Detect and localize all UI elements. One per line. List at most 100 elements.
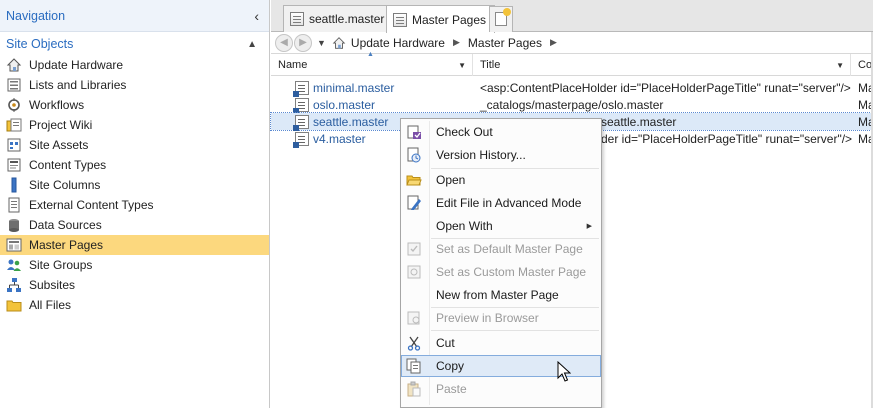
nav-item-workflows[interactable]: Workflows (0, 95, 269, 115)
file-name[interactable]: oslo.master (313, 98, 375, 112)
nav-item-label: Lists and Libraries (29, 78, 127, 92)
filter-dropdown-icon[interactable]: ▼ (458, 61, 466, 70)
menu-item-label: Set as Custom Master Page (436, 265, 587, 279)
custom-master-icon (406, 264, 422, 280)
check-out-icon (406, 124, 422, 140)
navigation-header: Navigation ‹ (0, 0, 269, 32)
nav-item-label: External Content Types (29, 198, 154, 212)
menu-item-label: Set as Default Master Page (436, 242, 583, 256)
menu-separator (431, 330, 599, 331)
nav-item-site-assets[interactable]: Site Assets (0, 135, 269, 155)
file-title: _catalogs/masterpage/oslo.master (480, 97, 664, 112)
copy-icon (406, 358, 422, 374)
site-home-icon (332, 36, 346, 50)
menu-item-edit-advanced[interactable]: Edit File in Advanced Mode (402, 192, 600, 214)
nav-item-label: Site Groups (29, 258, 93, 272)
breadcrumb-separator-icon[interactable]: ▶ (550, 37, 557, 48)
tab-label: Master Pages (412, 12, 487, 27)
external-content-icon (6, 197, 22, 213)
nav-item-label: Site Columns (29, 178, 101, 192)
site-objects-title: Site Objects (6, 37, 74, 51)
menu-item-open-with[interactable]: Open With ▶ (402, 215, 600, 237)
new-tab-icon (495, 8, 511, 26)
menu-item-preview-browser[interactable]: Preview in Browser (402, 307, 600, 329)
nav-item-data-sources[interactable]: Data Sources (0, 215, 269, 235)
master-page-file-icon (293, 97, 309, 114)
nav-item-project-wiki[interactable]: Project Wiki (0, 115, 269, 135)
master-page-file-icon (290, 12, 304, 26)
site-groups-icon (6, 257, 22, 273)
menu-item-check-out[interactable]: Check Out (402, 121, 600, 143)
file-row[interactable]: oslo.master _catalogs/masterpage/oslo.ma… (271, 96, 873, 114)
file-name[interactable]: v4.master (313, 132, 366, 146)
menu-item-label: Open With (436, 219, 493, 233)
nav-item-label: Site Assets (29, 138, 89, 152)
forward-button[interactable]: ▶ (294, 33, 312, 52)
paste-icon (406, 381, 422, 397)
breadcrumb-master-pages[interactable]: Master Pages (466, 36, 544, 50)
menu-item-new-from-master[interactable]: New from Master Page (402, 284, 600, 306)
menu-item-version-history[interactable]: Version History... (402, 144, 600, 166)
nav-item-label: Content Types (29, 158, 107, 172)
file-row[interactable]: minimal.master <asp:ContentPlaceHolder i… (271, 79, 873, 97)
content-types-icon (6, 157, 22, 173)
nav-item-content-types[interactable]: Content Types (0, 155, 269, 175)
nav-item-site-columns[interactable]: Site Columns (0, 175, 269, 195)
tab-seattle-master[interactable]: seattle.master (283, 5, 394, 32)
column-header-title[interactable]: Title ▼ (473, 54, 851, 76)
list-icon (6, 77, 22, 93)
master-page-file-icon (293, 80, 309, 97)
filter-dropdown-icon[interactable]: ▼ (836, 61, 844, 70)
column-headers: ▲ Name ▼ Title ▼ Co (271, 51, 873, 76)
nav-item-subsites[interactable]: Subsites (0, 275, 269, 295)
nav-item-label: Master Pages (29, 238, 104, 252)
menu-item-label: Edit File in Advanced Mode (436, 196, 582, 210)
data-sources-icon (6, 217, 22, 233)
file-title: seattle.master (601, 114, 677, 129)
breadcrumb-separator-icon[interactable]: ▶ (453, 37, 460, 48)
nav-item-label: Project Wiki (29, 118, 93, 132)
submenu-arrow-icon: ▶ (586, 223, 592, 230)
master-page-file-icon (293, 114, 309, 131)
column-header-label: Co (858, 59, 873, 71)
nav-item-all-files[interactable]: All Files (0, 295, 269, 315)
version-history-icon (406, 147, 422, 163)
menu-item-open[interactable]: Open (402, 169, 600, 191)
mouse-pointer-icon (557, 360, 572, 383)
folder-icon (6, 297, 22, 313)
nav-item-update-hardware[interactable]: Update Hardware (0, 55, 269, 75)
column-header-name[interactable]: ▲ Name ▼ (271, 51, 473, 76)
nav-item-master-pages[interactable]: Master Pages (0, 235, 269, 255)
collapse-section-icon[interactable]: ▲ (247, 39, 257, 50)
address-bar: ◀ ▶ ▼ Update Hardware ▶ Master Pages ▶ (271, 32, 873, 54)
nav-item-lists-and-libraries[interactable]: Lists and Libraries (0, 75, 269, 95)
master-pages-icon (393, 12, 407, 27)
menu-item-copy[interactable]: Copy (401, 355, 601, 377)
column-header-content[interactable]: Co (851, 54, 873, 76)
tab-master-pages[interactable]: Master Pages (386, 5, 496, 33)
collapse-navigation-button[interactable]: ‹ (254, 8, 259, 24)
history-dropdown-icon[interactable]: ▼ (317, 38, 326, 48)
menu-item-set-default-master[interactable]: Set as Default Master Page (402, 238, 600, 260)
nav-item-external-content-types[interactable]: External Content Types (0, 195, 269, 215)
site-objects-list: Update Hardware Lists and Libraries Work… (0, 55, 269, 315)
nav-item-site-groups[interactable]: Site Groups (0, 255, 269, 275)
nav-item-label: Data Sources (29, 218, 102, 232)
menu-item-label: Check Out (436, 125, 493, 139)
file-name[interactable]: seattle.master (313, 115, 388, 129)
tab-label: seattle.master (309, 12, 385, 26)
preview-browser-icon (406, 310, 422, 326)
file-name[interactable]: minimal.master (313, 81, 394, 95)
menu-item-set-custom-master[interactable]: Set as Custom Master Page (402, 261, 600, 283)
nav-item-label: Subsites (29, 278, 76, 292)
menu-item-label: Version History... (436, 148, 526, 162)
breadcrumb-update-hardware[interactable]: Update Hardware (349, 36, 447, 50)
site-objects-header[interactable]: Site Objects ▲ (0, 33, 269, 55)
master-pages-icon (6, 237, 22, 253)
wiki-icon (6, 117, 22, 133)
menu-item-cut[interactable]: Cut (402, 332, 600, 354)
nav-item-label: Update Hardware (29, 58, 124, 72)
new-tab-button[interactable] (489, 6, 513, 32)
menu-item-label: Open (436, 173, 466, 187)
back-button[interactable]: ◀ (275, 33, 293, 52)
